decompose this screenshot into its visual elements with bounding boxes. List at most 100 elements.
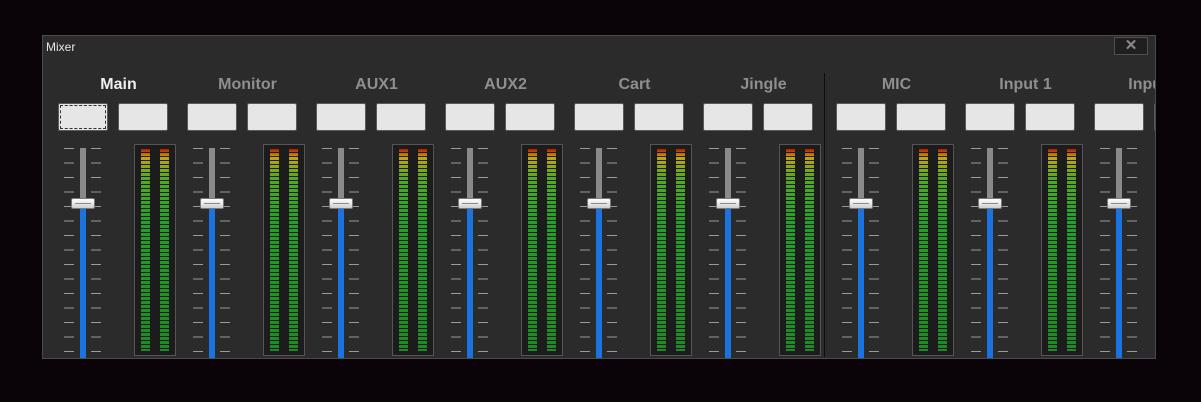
level-meter-left xyxy=(399,149,408,351)
fader-scale-left xyxy=(580,148,590,352)
level-meter-right xyxy=(289,149,298,351)
fader-thumb[interactable] xyxy=(71,198,95,210)
volume-fader[interactable] xyxy=(574,144,624,358)
channel-strip: Input 1 xyxy=(963,76,1088,358)
fader-track[interactable] xyxy=(725,148,731,358)
channel-button-left[interactable] xyxy=(703,103,753,131)
level-meter-right xyxy=(805,149,814,351)
fader-level-fill xyxy=(987,203,993,358)
channel-button-left[interactable] xyxy=(1094,103,1144,131)
channel-label: AUX2 xyxy=(484,76,527,93)
channel-button-right[interactable] xyxy=(376,103,426,131)
fader-thumb[interactable] xyxy=(716,198,740,210)
volume-fader[interactable] xyxy=(965,144,1015,358)
channel-button-left[interactable] xyxy=(187,103,237,131)
fader-thumb[interactable] xyxy=(587,198,611,210)
close-button[interactable]: ✕ xyxy=(1114,37,1148,55)
volume-fader[interactable] xyxy=(187,144,237,358)
level-meter-left xyxy=(919,149,928,351)
channel-button-left[interactable] xyxy=(965,103,1015,131)
channel-label: AUX1 xyxy=(355,76,398,93)
fader-scale-right xyxy=(736,148,746,352)
channel-button-left[interactable] xyxy=(58,103,108,131)
channel-strip: MIC xyxy=(834,76,959,358)
level-meter xyxy=(779,144,821,356)
fader-track[interactable] xyxy=(1116,148,1122,358)
channel-button-left[interactable] xyxy=(316,103,366,131)
level-meter-left xyxy=(270,149,279,351)
fader-thumb[interactable] xyxy=(458,198,482,210)
channel-label: Input 1 xyxy=(999,76,1052,93)
fader-track[interactable] xyxy=(209,148,215,358)
volume-fader[interactable] xyxy=(316,144,366,358)
channel-button-right[interactable] xyxy=(634,103,684,131)
fader-track[interactable] xyxy=(987,148,993,358)
fader-scale-right xyxy=(478,148,488,352)
channel-button-right[interactable] xyxy=(896,103,946,131)
fader-scale-left xyxy=(709,148,719,352)
fader-scale-right xyxy=(220,148,230,352)
fader-track[interactable] xyxy=(467,148,473,358)
level-meter-left xyxy=(657,149,666,351)
fader-level-fill xyxy=(209,203,215,358)
channel-strip: Input 2 xyxy=(1092,76,1155,358)
channel-strip: AUX2 xyxy=(443,76,568,358)
fader-thumb[interactable] xyxy=(978,198,1002,210)
channel-strip: Monitor xyxy=(185,76,310,358)
fader-level-fill xyxy=(858,203,864,358)
fader-scale-right xyxy=(607,148,617,352)
level-meter-right xyxy=(547,149,556,351)
channel-button-right[interactable] xyxy=(247,103,297,131)
channel-button-right[interactable] xyxy=(505,103,555,131)
fader-level-fill xyxy=(725,203,731,358)
level-meter-right xyxy=(1067,149,1076,351)
fader-track[interactable] xyxy=(338,148,344,358)
volume-fader[interactable] xyxy=(703,144,753,358)
volume-fader[interactable] xyxy=(445,144,495,358)
level-meter-right xyxy=(418,149,427,351)
level-meter xyxy=(1041,144,1083,356)
fader-level-fill xyxy=(596,203,602,358)
fader-scale-left xyxy=(64,148,74,352)
level-meter-left xyxy=(1048,149,1057,351)
channel-strip: Cart xyxy=(572,76,697,358)
channel-strip: Jingle xyxy=(701,76,826,358)
channel-button-left[interactable] xyxy=(574,103,624,131)
fader-track[interactable] xyxy=(80,148,86,358)
fader-level-fill xyxy=(338,203,344,358)
channel-button-right[interactable] xyxy=(118,103,168,131)
title-bar: Mixer ✕ xyxy=(43,36,1155,58)
fader-thumb[interactable] xyxy=(200,198,224,210)
fader-track[interactable] xyxy=(596,148,602,358)
level-meter xyxy=(912,144,954,356)
fader-scale-right xyxy=(349,148,359,352)
close-icon: ✕ xyxy=(1124,37,1138,54)
fader-scale-left xyxy=(193,148,203,352)
channel-label: Input 2 xyxy=(1128,76,1155,93)
volume-fader[interactable] xyxy=(58,144,108,358)
channel-label: MIC xyxy=(881,76,912,93)
channel-button-right[interactable] xyxy=(1025,103,1075,131)
channel-button-left[interactable] xyxy=(445,103,495,131)
level-meter-right xyxy=(938,149,947,351)
fader-thumb[interactable] xyxy=(329,198,353,210)
fader-track[interactable] xyxy=(858,148,864,358)
channel-label: Cart xyxy=(618,76,651,93)
channel-button-right[interactable] xyxy=(763,103,813,131)
fader-scale-right xyxy=(998,148,1008,352)
fader-thumb[interactable] xyxy=(1107,198,1131,210)
level-meter-left xyxy=(528,149,537,351)
level-meter-right xyxy=(160,149,169,351)
channel-strip: Main xyxy=(56,76,181,358)
volume-fader[interactable] xyxy=(1094,144,1144,358)
volume-fader[interactable] xyxy=(836,144,886,358)
channel-button-right[interactable] xyxy=(1154,103,1155,131)
fader-scale-left xyxy=(322,148,332,352)
level-meter xyxy=(263,144,305,356)
channel-label: Monitor xyxy=(218,76,277,93)
level-meter xyxy=(392,144,434,356)
channel-button-left[interactable] xyxy=(836,103,886,131)
fader-scale-right xyxy=(869,148,879,352)
fader-scale-left xyxy=(451,148,461,352)
fader-thumb[interactable] xyxy=(849,198,873,210)
